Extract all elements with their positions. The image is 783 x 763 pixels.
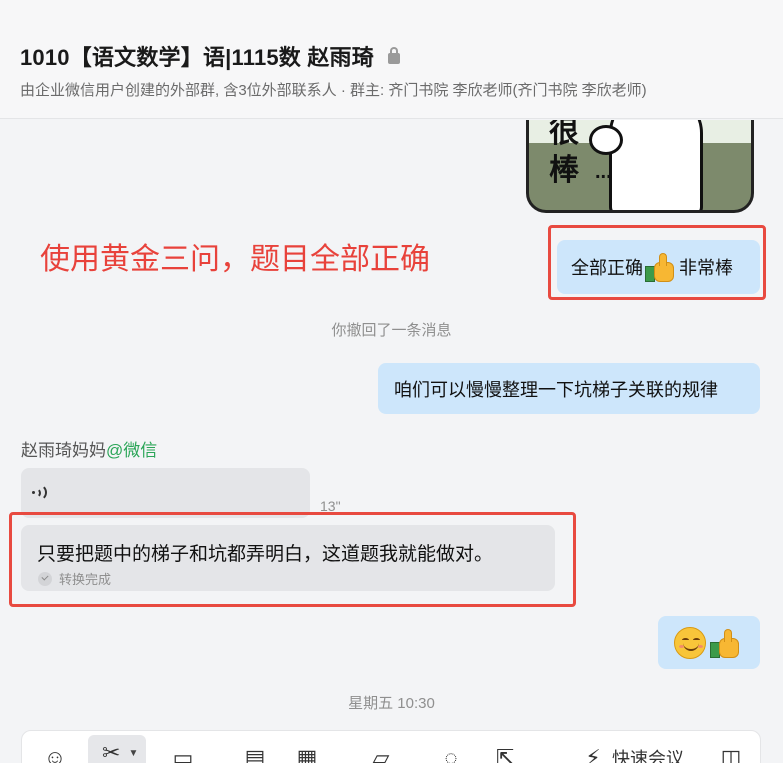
message-text-suffix: 非常棒 — [679, 258, 733, 278]
time-divider: 星期五 10:30 — [348, 695, 435, 712]
sender-name[interactable]: 赵雨琦妈妈@微信 — [21, 436, 157, 461]
image-icon[interactable]: ▭ — [168, 743, 198, 763]
annotation-text: 使用黄金三问，题目全部正确 — [40, 243, 430, 276]
check-icon — [38, 571, 52, 586]
lock-icon — [387, 47, 400, 65]
title-row: 1010【语文数学】语|1115数 赵雨琦 — [20, 40, 400, 72]
chat-title[interactable]: 1010【语文数学】语|1115数 赵雨琦 — [20, 40, 374, 72]
scissors-icon[interactable]: ✂ ▼ — [88, 735, 146, 763]
transcript-text: 只要把题中的梯子和坑都弄明白，这道题我就能做对。 — [37, 544, 494, 565]
smile-emoji-icon — [674, 626, 706, 659]
message-bubble-self[interactable]: 咱们可以慢慢整理一下坑梯子关联的规律 — [378, 363, 760, 414]
message-bubble-emoji[interactable] — [658, 616, 760, 669]
bunny-icon — [609, 120, 703, 210]
emoji-icon[interactable]: ☺ — [40, 743, 70, 763]
sticker-image[interactable]: 很 棒 ... — [526, 120, 754, 213]
chat-icon[interactable]: ◌ — [436, 743, 466, 763]
folder-icon[interactable]: ▱ — [366, 743, 396, 763]
voice-wave-icon — [32, 483, 50, 503]
share-icon[interactable]: ⇱ — [490, 743, 520, 763]
message-text-prefix: 全部正确 — [571, 258, 643, 278]
sender-name-text: 赵雨琦妈妈 — [21, 441, 106, 460]
thumbs-up-icon — [645, 252, 677, 282]
quick-meeting-button[interactable]: 快速会议 — [612, 745, 684, 763]
input-toolbar: ☺ ✂ ▼ ▭ ▤ ▦ ▱ ◌ ⇱ ⚡ 快速会议 ◫ — [21, 730, 761, 763]
transcript-status: 转换完成 — [38, 569, 111, 588]
bunny-arm — [589, 125, 623, 155]
calendar-icon[interactable]: ▦ — [292, 743, 322, 763]
quick-meeting-icon[interactable]: ⚡ — [578, 743, 608, 763]
panel-icon[interactable]: ◫ — [716, 743, 746, 763]
sticker-char-1: 很 — [549, 120, 579, 150]
chat-header: 1010【语文数学】语|1115数 赵雨琦 由企业微信用户创建的外部群, 含3位… — [0, 0, 783, 119]
message-list[interactable]: 很 棒 ... 使用黄金三问，题目全部正确 全部正确 非常棒 你撤回了一条消息 … — [0, 120, 783, 763]
chat-subtitle: 由企业微信用户创建的外部群, 含3位外部联系人 · 群主: 齐门书院 李欣老师(… — [20, 82, 647, 99]
voice-transcript[interactable]: 只要把题中的梯子和坑都弄明白，这道题我就能做对。 转换完成 — [21, 525, 555, 591]
sticker-char-2: 棒 — [549, 153, 579, 188]
wechat-tag: @微信 — [106, 441, 158, 460]
document-icon[interactable]: ▤ — [240, 743, 270, 763]
transcript-status-text: 转换完成 — [59, 572, 112, 587]
message-bubble-self[interactable]: 全部正确 非常棒 — [557, 240, 760, 294]
thumbs-up-icon — [710, 628, 742, 658]
recalled-notice: 你撤回了一条消息 — [331, 322, 452, 339]
voice-message[interactable] — [21, 468, 310, 518]
chevron-down-icon[interactable]: ▼ — [128, 748, 138, 759]
